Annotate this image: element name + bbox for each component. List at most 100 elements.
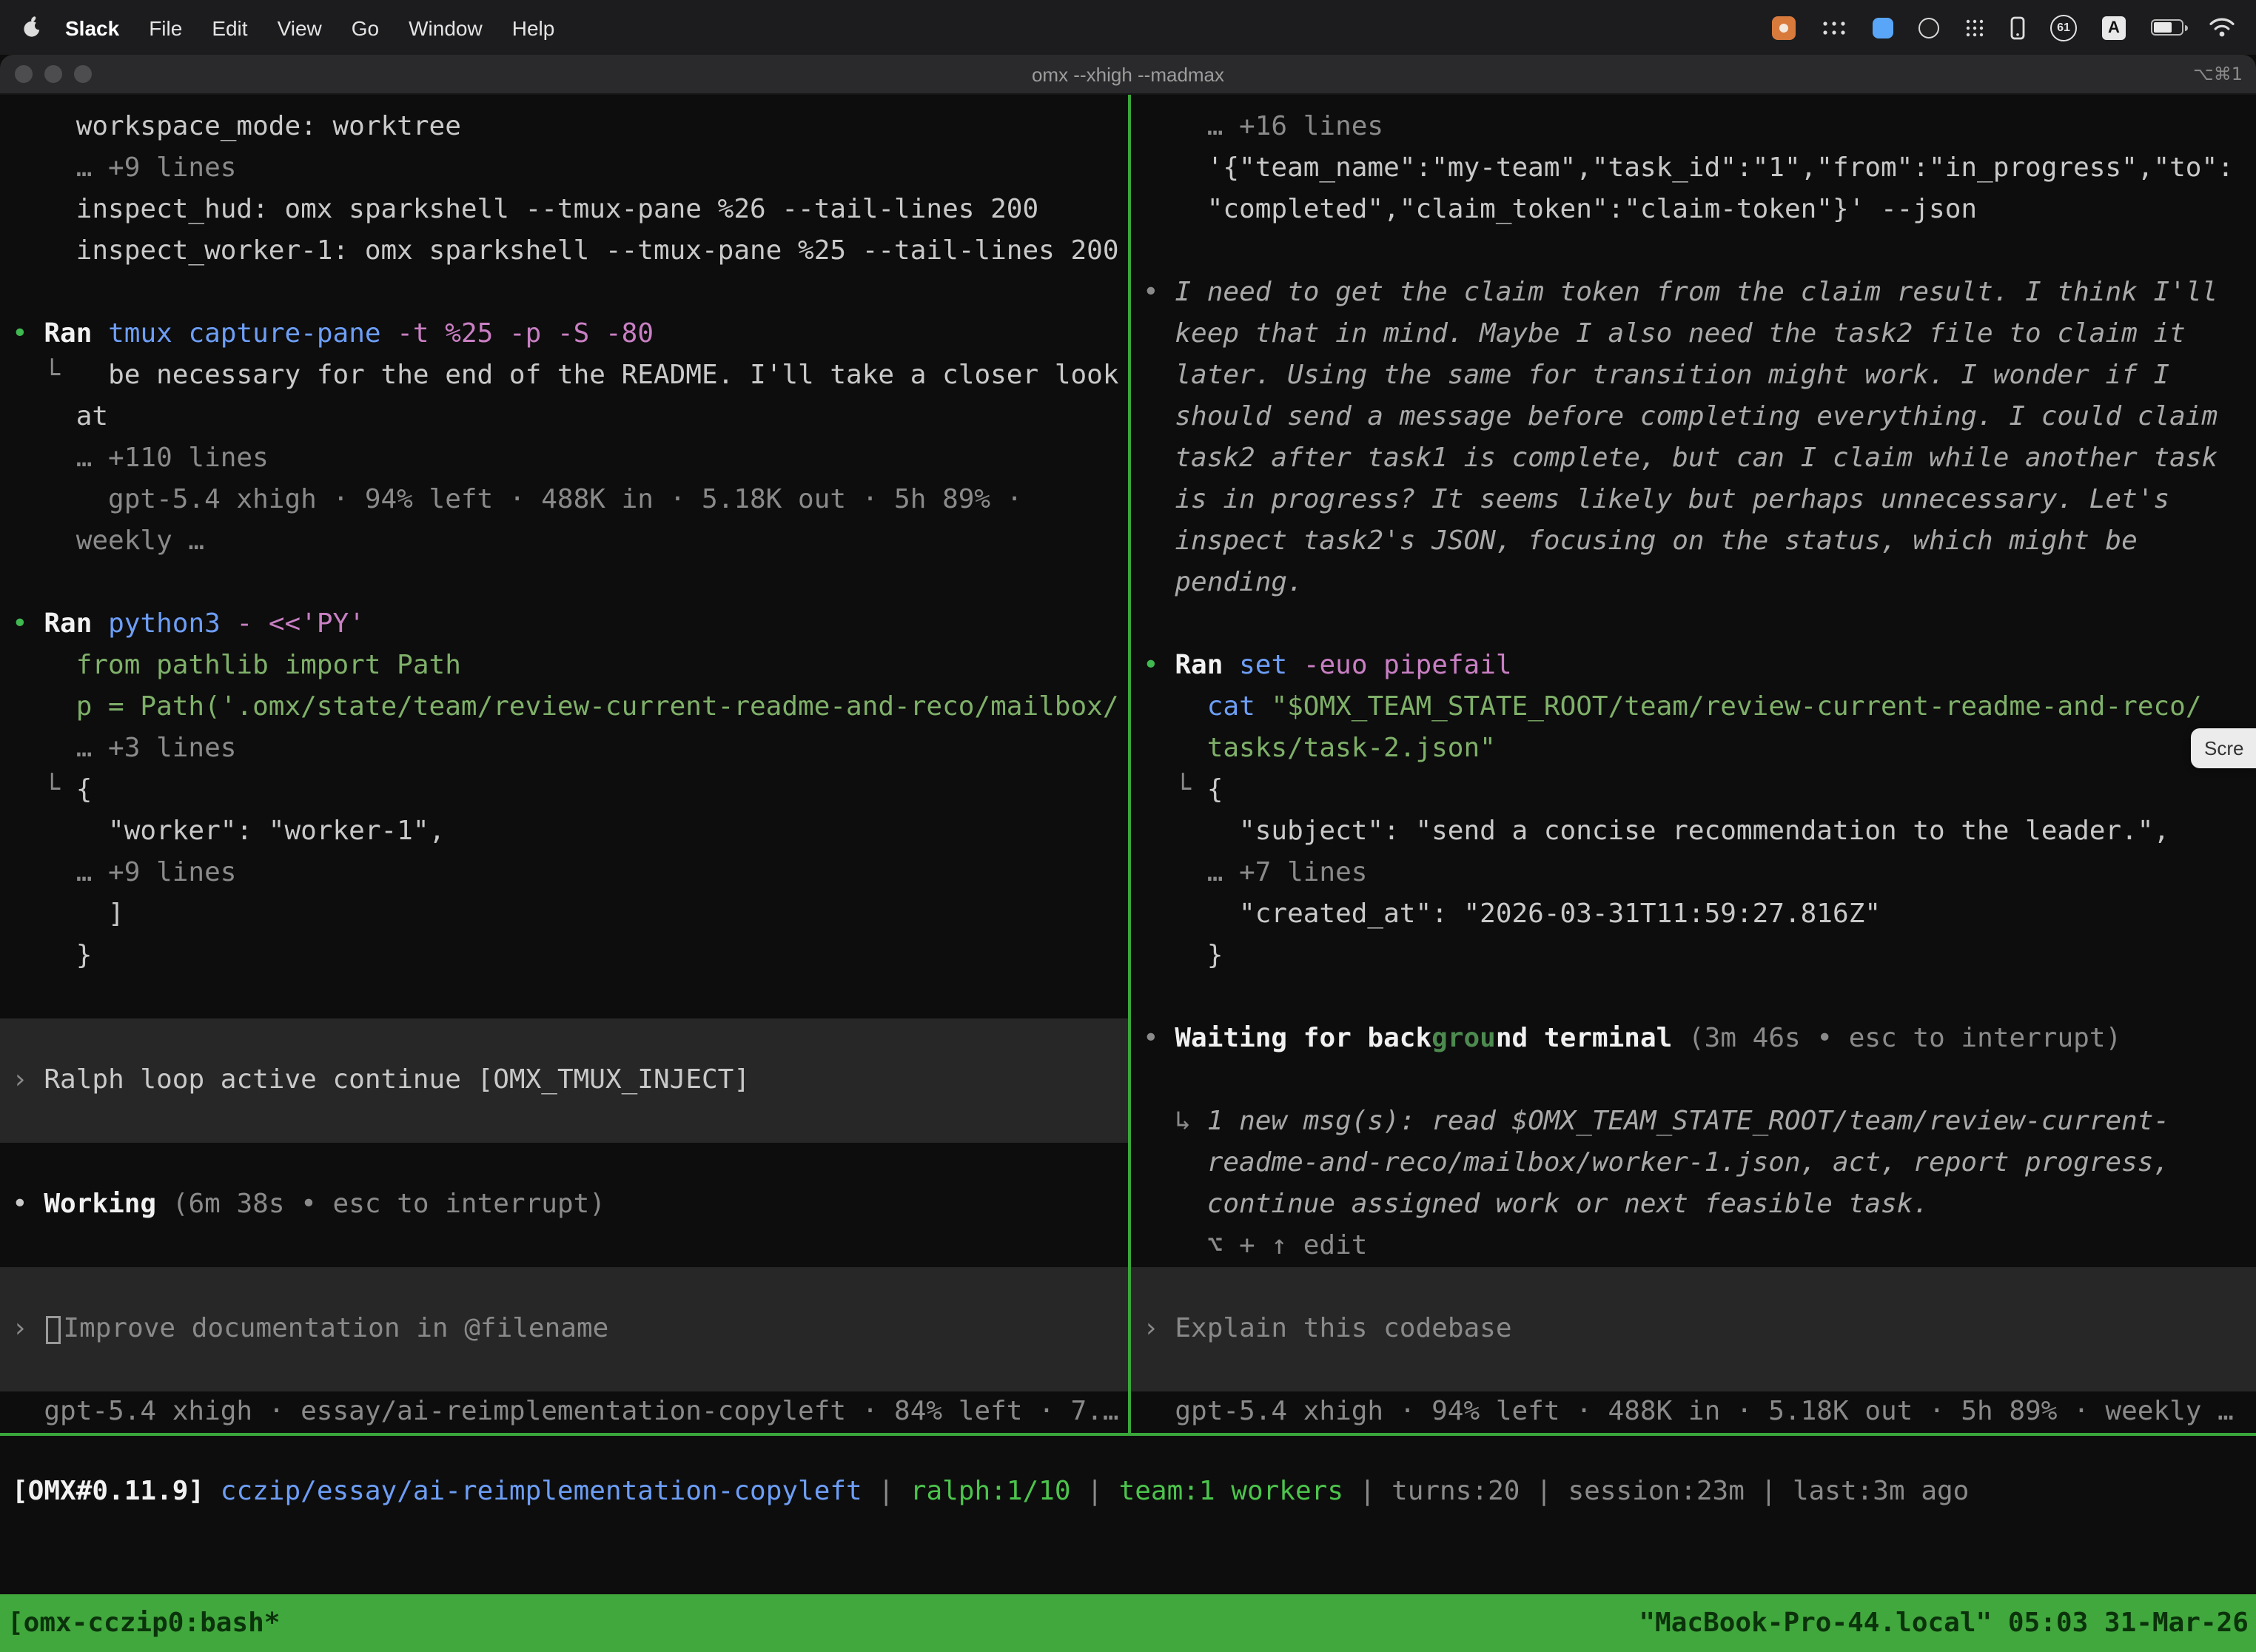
terminal-line: ⌥ + ↑ edit — [1131, 1226, 2256, 1267]
text-segment: … +3 lines — [12, 733, 236, 764]
text-segment: Ran — [1175, 650, 1239, 681]
terminal-line: └ { — [0, 770, 1128, 811]
text-segment: › — [1143, 1313, 1175, 1344]
text-segment: - <<'PY' — [237, 608, 365, 639]
terminal-line: '{"team_name":"my-team","task_id":"1","f… — [1131, 148, 2256, 189]
terminal-line: "subject": "send a concise recommendatio… — [1131, 811, 2256, 853]
text-segment: python3 — [108, 608, 236, 639]
terminal-line: • Ran python3 - <<'PY' — [0, 604, 1128, 645]
terminal-band-line — [0, 1101, 1128, 1143]
text-segment: › — [12, 1313, 44, 1344]
terminal-line: } — [0, 936, 1128, 977]
text-segment: grou — [1431, 1023, 1496, 1054]
window-shortcut-badge: ⌥⌘1 — [2193, 64, 2243, 84]
terminal-line: • Waiting for background terminal (3m 46… — [1131, 1018, 2256, 1060]
text-segment: • — [1143, 1023, 1175, 1054]
terminal-line: ↳ 1 new msg(s): read $OMX_TEAM_STATE_ROO… — [1131, 1101, 2256, 1143]
menu-item-file[interactable]: File — [149, 16, 182, 39]
text-segment: • — [12, 608, 44, 639]
dots-grid-icon[interactable] — [1964, 17, 1985, 38]
menu-item-window[interactable]: Window — [409, 16, 483, 39]
terminal-line: task2 after task1 is complete, but can I… — [1131, 438, 2256, 480]
terminal-line — [1131, 1060, 2256, 1101]
keyboard-grid-icon[interactable] — [1821, 19, 1847, 36]
terminal-line: p = Path('.omx/state/team/review-current… — [0, 687, 1128, 728]
text-segment: … +9 lines — [12, 152, 236, 184]
window-title: omx --xhigh --madmax — [0, 63, 2256, 85]
text-segment: "subject": "send a concise recommendatio… — [1143, 816, 2169, 847]
right-terminal-pane[interactable]: … +16 lines '{"team_name":"my-team","tas… — [1131, 95, 2256, 1433]
text-segment: turns:20 — [1391, 1476, 1520, 1507]
terminal-line: • Ran set -euo pipefail — [1131, 645, 2256, 687]
text-segment: gpt-5.4 xhigh · 94% left · 488K in · 5.1… — [12, 484, 1022, 515]
battery-percent-icon[interactable]: 61 — [2050, 14, 2077, 41]
text-segment: 1 new msg(s): read $OMX_TEAM_STATE_ROOT/… — [1207, 1106, 2169, 1137]
text-segment: { — [76, 774, 93, 805]
text-segment: keep that in mind. Maybe I also need the… — [1143, 318, 2186, 349]
text-segment: inspect task2's JSON, focusing on the st… — [1143, 526, 2138, 557]
text-segment: tmux capture-pane — [108, 318, 397, 349]
terminal-line: readme-and-reco/mailbox/worker-1.json, a… — [1131, 1143, 2256, 1184]
raycast-icon[interactable] — [1873, 17, 1893, 38]
minimize-button[interactable] — [44, 65, 62, 83]
close-button[interactable] — [15, 65, 33, 83]
text-segment: └ — [12, 774, 76, 805]
text-segment: task2 after task1 is complete, but can I… — [1143, 443, 2218, 474]
bottom-filler — [0, 1513, 2256, 1594]
terminal-band-line: › Improve documentation in @filename — [0, 1309, 1128, 1350]
device-mirroring-icon[interactable] — [2010, 16, 2025, 39]
text-segment: should send a message before completing … — [1143, 401, 2218, 432]
text-segment: inspect_hud: omx sparkshell --tmux-pane … — [12, 194, 1038, 225]
tmux-status-bar: [omx-cczip0:bash* "MacBook-Pro-44.local"… — [0, 1594, 2256, 1652]
menu-item-edit[interactable]: Edit — [212, 16, 247, 39]
menu-item-slack[interactable]: Slack — [65, 16, 119, 39]
terminal-line — [1131, 604, 2256, 645]
terminal-band-line: › Ralph loop active continue [OMX_TMUX_I… — [0, 1060, 1128, 1101]
menu-item-help[interactable]: Help — [512, 16, 555, 39]
text-segment: -euo pipefail — [1303, 650, 1512, 681]
text-segment: continue assigned work or next feasible … — [1143, 1189, 1929, 1220]
text-segment: from pathlib import Path — [12, 650, 461, 681]
terminal-line: • Working (6m 38s • esc to interrupt) — [0, 1184, 1128, 1226]
text-segment: pending. — [1143, 567, 1303, 598]
text-segment: (6m 38s • esc to interrupt) — [172, 1189, 605, 1220]
zoom-button[interactable] — [74, 65, 92, 83]
text-segment: [OMX#0.11.9] — [12, 1476, 221, 1507]
terminal-line: gpt-5.4 xhigh · 94% left · 488K in · 5.1… — [1131, 1391, 2256, 1433]
apple-menu-icon[interactable] — [21, 15, 44, 40]
terminal-line — [0, 563, 1128, 604]
terminal-line: from pathlib import Path — [0, 645, 1128, 687]
terminal-line: inspect_hud: omx sparkshell --tmux-pane … — [0, 189, 1128, 231]
text-segment: tasks/task-2.json" — [1143, 733, 1496, 764]
menu-item-view[interactable]: View — [278, 16, 322, 39]
terminal-line: later. Using the same for transition mig… — [1131, 355, 2256, 397]
window-title-bar[interactable]: omx --xhigh --madmax ⌥⌘1 — [0, 55, 2256, 95]
text-cursor — [45, 1315, 60, 1343]
terminal-band-line — [1131, 1350, 2256, 1391]
battery-icon[interactable] — [2151, 19, 2183, 36]
text-segment: … +110 lines — [12, 443, 269, 474]
screen-recording-indicator-icon[interactable] — [1772, 16, 1796, 39]
terminal-line: "worker": "worker-1", — [0, 811, 1128, 853]
left-terminal-pane[interactable]: workspace_mode: worktree … +9 lines insp… — [0, 95, 1128, 1433]
text-segment: Ran — [44, 608, 108, 639]
text-segment: p = Path('.omx/state/team/review-current… — [12, 691, 1119, 722]
text-segment: at — [12, 401, 108, 432]
terminal-line: └ { — [1131, 770, 2256, 811]
text-segment: session:23m — [1568, 1476, 1744, 1507]
text-segment: nd terminal — [1496, 1023, 1688, 1054]
text-segment: └ — [12, 360, 108, 391]
text-segment: -t %25 -p -S -80 — [397, 318, 654, 349]
tmux-host-clock-label: "MacBook-Pro-44.local" 05:03 31-Mar-26 — [1639, 1608, 2249, 1639]
text-segment: └ — [1143, 774, 1207, 805]
text-segment: Waiting for back — [1175, 1023, 1431, 1054]
text-segment: ⌥ + ↑ edit — [1143, 1230, 1367, 1261]
screen-share-popup[interactable]: Scre — [2191, 728, 2256, 768]
tmux-session-label: [omx-cczip0:bash* — [7, 1608, 280, 1639]
menu-item-go[interactable]: Go — [352, 16, 379, 39]
text-segment: • — [1143, 650, 1175, 681]
app-circle-icon[interactable] — [1918, 17, 1939, 38]
text-segment: be necessary for the end of the README. … — [108, 360, 1118, 391]
input-source-icon[interactable]: A — [2102, 16, 2126, 39]
wifi-icon[interactable] — [2209, 18, 2235, 37]
